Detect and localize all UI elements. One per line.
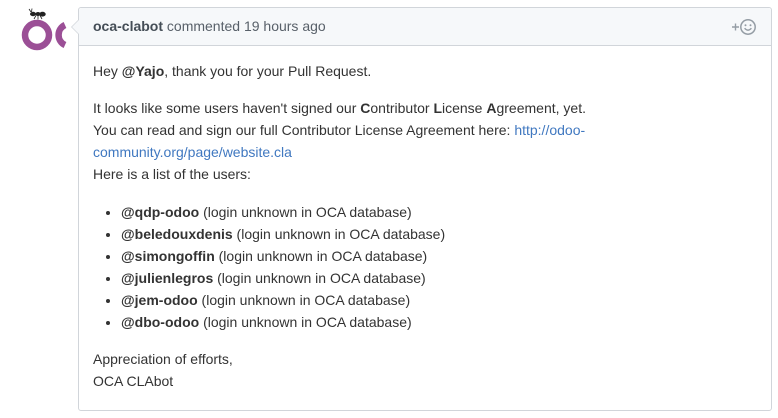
notice-c-letter: C	[360, 100, 371, 116]
user-mention-yajo[interactable]: @Yajo	[122, 63, 164, 79]
users-list-intro: Here is a list of the users:	[93, 166, 251, 182]
add-reaction-button[interactable]	[731, 17, 757, 37]
notice-a-letter: A	[486, 100, 497, 116]
cla-intro-text: You can read and sign our full Contribut…	[93, 122, 515, 138]
signature-paragraph: Appreciation of efforts, OCA CLAbot	[93, 348, 757, 392]
user-mention[interactable]: @simongoffin	[121, 248, 215, 264]
list-item: @qdp-odoo (login unknown in OCA database…	[121, 201, 757, 223]
comment-box: oca-clabot commented 19 hours ago Hey @Y…	[71, 7, 772, 411]
user-mention[interactable]: @jem-odoo	[121, 292, 198, 308]
notice-l-letter: L	[433, 100, 442, 116]
user-note: (login unknown in OCA database)	[199, 314, 412, 330]
notice-l-rest: icense	[442, 100, 487, 116]
page: oca-clabot commented 19 hours ago Hey @Y…	[0, 0, 778, 418]
user-note: (login unknown in OCA database)	[199, 204, 412, 220]
notice-text: It looks like some users haven't signed …	[93, 100, 361, 116]
users-list: @qdp-odoo (login unknown in OCA database…	[93, 201, 757, 333]
user-mention[interactable]: @beledouxdenis	[121, 226, 233, 242]
list-item: @jem-odoo (login unknown in OCA database…	[121, 289, 757, 311]
avatar[interactable]	[19, 8, 67, 56]
closing-text: Appreciation of efforts,	[93, 351, 233, 367]
notice-a-rest: greement, yet.	[496, 100, 586, 116]
user-mention[interactable]: @dbo-odoo	[121, 314, 199, 330]
greeting-paragraph: Hey @Yajo, thank you for your Pull Reque…	[93, 60, 757, 82]
notice-c-rest: ontributor	[370, 100, 434, 116]
user-mention[interactable]: @julienlegros	[121, 270, 213, 286]
user-note: (login unknown in OCA database)	[213, 270, 426, 286]
user-note: (login unknown in OCA database)	[232, 226, 446, 242]
smiley-add-icon	[732, 19, 756, 35]
list-item: @simongoffin (login unknown in OCA datab…	[121, 245, 757, 267]
user-mention[interactable]: @qdp-odoo	[121, 204, 199, 220]
list-item: @julienlegros (login unknown in OCA data…	[121, 267, 757, 289]
oca-logo-icon	[21, 8, 67, 51]
user-note: (login unknown in OCA database)	[214, 248, 428, 264]
list-item: @beledouxdenis (login unknown in OCA dat…	[121, 223, 757, 245]
author-link[interactable]: oca-clabot	[93, 18, 163, 34]
comment-body: Hey @Yajo, thank you for your Pull Reque…	[79, 60, 771, 392]
greeting-suffix: , thank you for your Pull Request.	[164, 63, 372, 79]
user-note: (login unknown in OCA database)	[197, 292, 411, 308]
comment-action: commented	[166, 18, 241, 34]
greeting-prefix: Hey	[93, 63, 122, 79]
comment-header: oca-clabot commented 19 hours ago	[79, 8, 771, 46]
signature-text: OCA CLAbot	[93, 373, 174, 389]
notice-paragraph: It looks like some users haven't signed …	[93, 97, 757, 185]
timestamp-link[interactable]: 19 hours ago	[244, 18, 326, 34]
list-item: @dbo-odoo (login unknown in OCA database…	[121, 311, 757, 333]
